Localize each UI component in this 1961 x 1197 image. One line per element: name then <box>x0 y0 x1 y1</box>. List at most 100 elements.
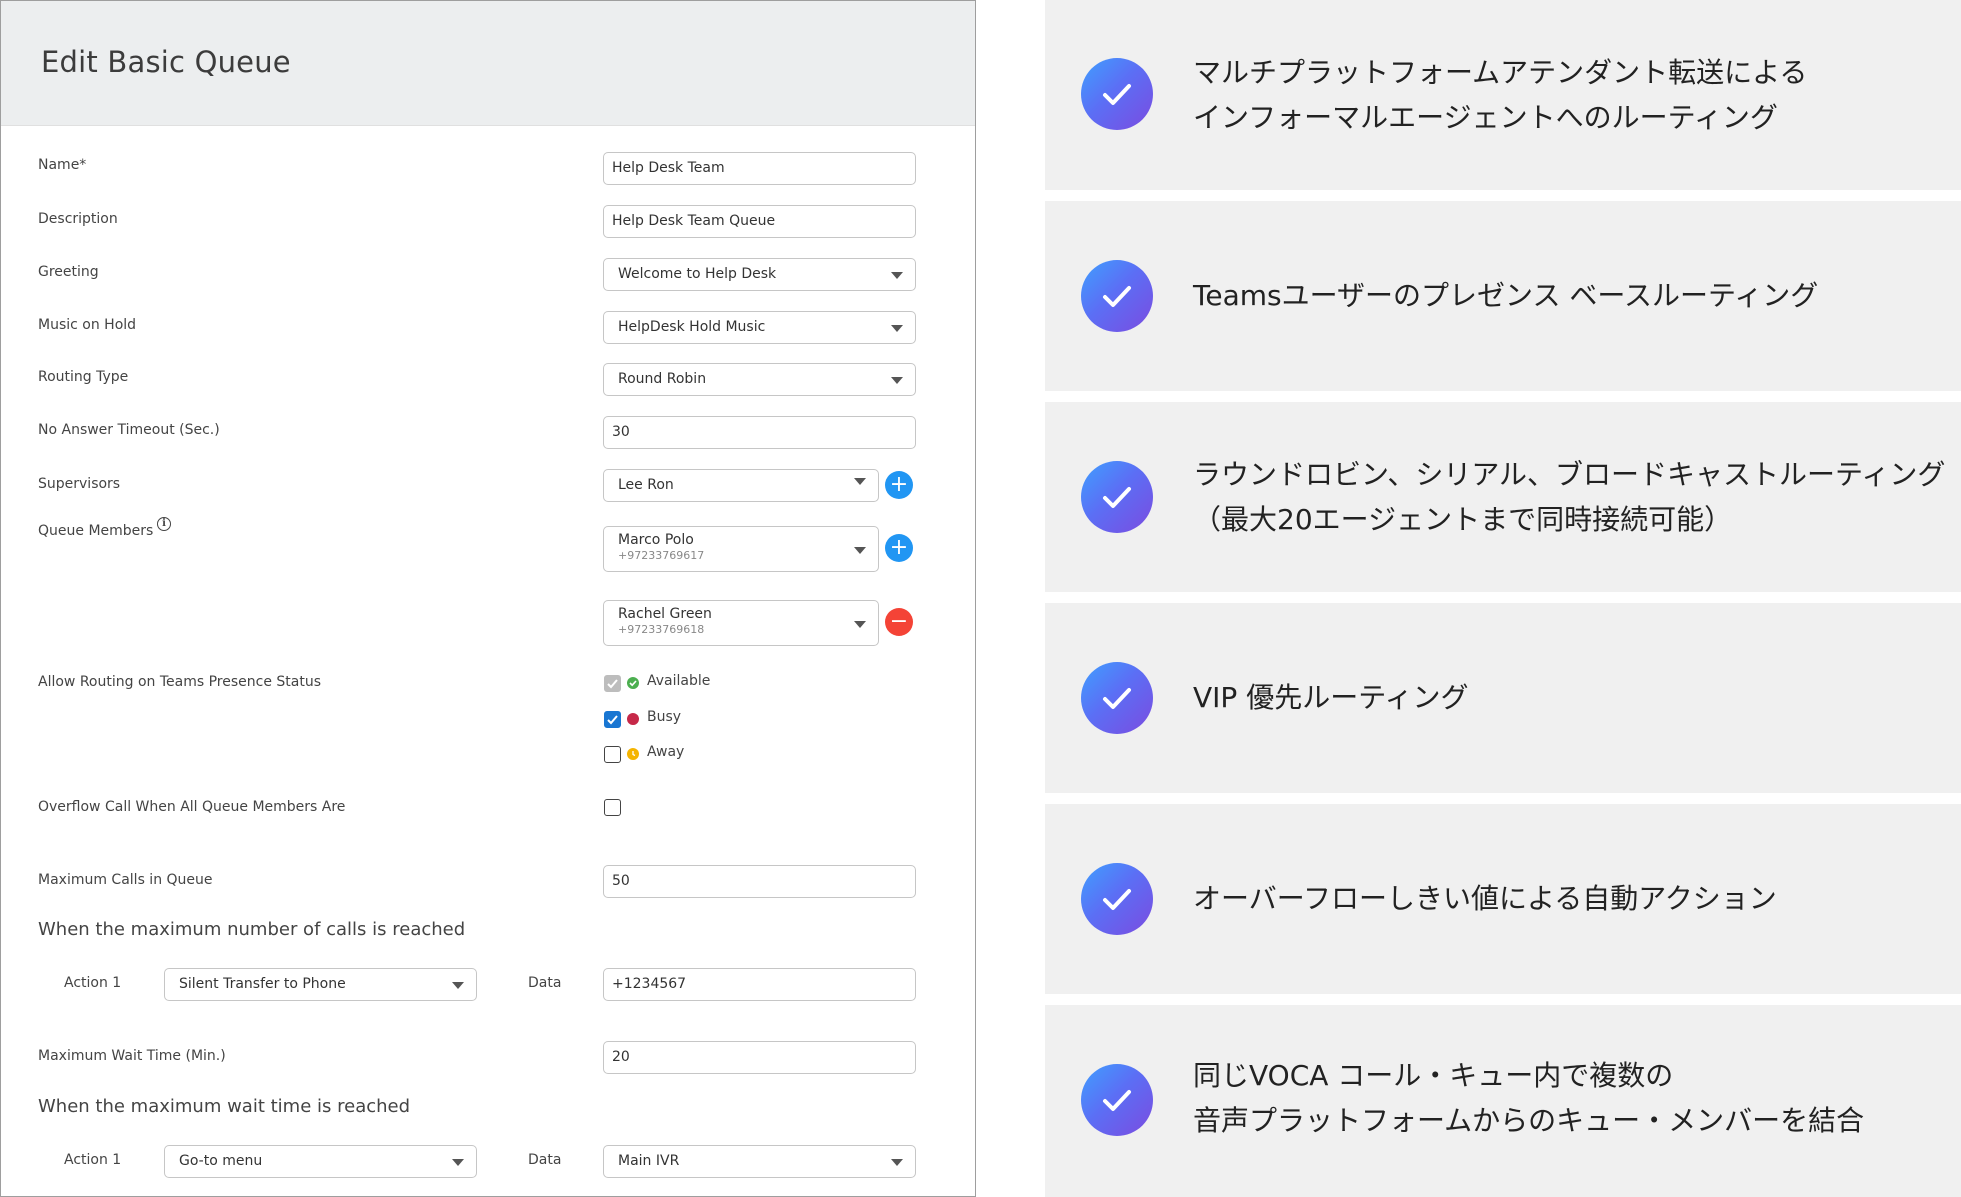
feature-line: 同じVOCA コール・キュー内で複数の <box>1193 1059 1674 1092</box>
data2-select[interactable]: Main IVR <box>603 1145 916 1178</box>
chevron-down-icon <box>891 377 903 384</box>
busy-checkbox[interactable] <box>604 711 621 728</box>
name-label: Name* <box>38 157 87 173</box>
check-icon <box>1081 1064 1153 1136</box>
timeout-label: No Answer Timeout (Sec.) <box>38 422 220 438</box>
plus-icon: + <box>889 472 909 497</box>
description-input[interactable]: Help Desk Team Queue <box>603 205 916 238</box>
overflow-checkbox[interactable] <box>604 799 621 816</box>
chevron-down-icon <box>891 325 903 332</box>
supervisors-label: Supervisors <box>38 476 121 492</box>
member-name: Rachel Green <box>618 606 712 622</box>
description-label: Description <box>38 211 118 227</box>
member-phone: +97233769617 <box>618 549 705 562</box>
away-checkbox[interactable] <box>604 746 621 763</box>
busy-label: Busy <box>647 709 682 725</box>
greeting-select[interactable]: Welcome to Help Desk <box>603 258 916 291</box>
feature-card: ラウンドロビン、シリアル、ブロードキャストルーティング （最大20エージェントま… <box>1045 402 1961 592</box>
description-value: Help Desk Team Queue <box>612 213 776 229</box>
minus-icon: − <box>889 609 909 634</box>
edit-queue-panel: Edit Basic Queue Name* Help Desk Team De… <box>0 0 976 1197</box>
feature-text: ラウンドロビン、シリアル、ブロードキャストルーティング （最大20エージェントま… <box>1193 452 1945 542</box>
chevron-down-icon <box>854 621 866 628</box>
check-icon <box>1081 260 1153 332</box>
check-icon <box>1081 662 1153 734</box>
member-name: Marco Polo <box>618 532 694 548</box>
music-on-hold-select[interactable]: HelpDesk Hold Music <box>603 311 916 344</box>
remove-member-button[interactable]: − <box>885 608 913 636</box>
music-on-hold-value: HelpDesk Hold Music <box>618 319 766 335</box>
action1-select[interactable]: Silent Transfer to Phone <box>164 968 477 1001</box>
data1-input[interactable]: +1234567 <box>603 968 916 1001</box>
max-calls-label: Maximum Calls in Queue <box>38 872 213 888</box>
feature-line: VIP 優先ルーティング <box>1193 681 1469 714</box>
feature-text: VIP 優先ルーティング <box>1193 675 1469 720</box>
panel-header: Edit Basic Queue <box>1 1 975 126</box>
chevron-down-icon <box>452 1159 464 1166</box>
max-calls-heading: When the maximum number of calls is reac… <box>38 919 466 940</box>
music-on-hold-label: Music on Hold <box>38 317 137 333</box>
feature-line: インフォーマルエージェントへのルーティング <box>1193 101 1778 134</box>
busy-status-icon <box>627 713 639 725</box>
timeout-input[interactable]: 30 <box>603 416 916 449</box>
routing-type-label: Routing Type <box>38 369 129 385</box>
feature-card: マルチプラットフォームアテンダント転送による インフォーマルエージェントへのルー… <box>1045 0 1961 190</box>
feature-line: マルチプラットフォームアテンダント転送による <box>1193 56 1808 89</box>
available-checkbox[interactable] <box>604 675 621 692</box>
check-icon <box>1081 461 1153 533</box>
name-value: Help Desk Team <box>612 160 725 176</box>
max-wait-heading: When the maximum wait time is reached <box>38 1096 411 1117</box>
info-icon[interactable]: i <box>157 517 171 531</box>
add-member-button[interactable]: + <box>885 534 913 562</box>
supervisor-value: Lee Ron <box>618 477 674 493</box>
chevron-down-icon <box>854 478 866 485</box>
feature-line: Teamsユーザーのプレゼンス ベースルーティング <box>1193 279 1819 312</box>
greeting-value: Welcome to Help Desk <box>618 266 777 282</box>
page-title: Edit Basic Queue <box>41 45 291 79</box>
overflow-label: Overflow Call When All Queue Members Are <box>38 799 346 815</box>
data-label: Data <box>528 975 562 991</box>
action1-value: Silent Transfer to Phone <box>179 976 346 992</box>
data2-value: Main IVR <box>618 1153 680 1169</box>
greeting-label: Greeting <box>38 264 99 280</box>
feature-text: オーバーフローしきい値による自動アクション <box>1193 876 1777 921</box>
check-icon <box>1081 863 1153 935</box>
max-wait-input[interactable]: 20 <box>603 1041 916 1074</box>
action1-label: Action 1 <box>64 975 122 991</box>
max-wait-label: Maximum Wait Time (Min.) <box>38 1048 226 1064</box>
chevron-down-icon <box>854 547 866 554</box>
feature-text: 同じVOCA コール・キュー内で複数の 音声プラットフォームからのキュー・メンバ… <box>1193 1053 1864 1143</box>
presence-label: Allow Routing on Teams Presence Status <box>38 674 321 690</box>
action2-value: Go-to menu <box>179 1153 263 1169</box>
max-calls-value: 50 <box>612 873 630 889</box>
timeout-value: 30 <box>612 424 630 440</box>
add-supervisor-button[interactable]: + <box>885 471 913 499</box>
feature-card: オーバーフローしきい値による自動アクション <box>1045 804 1961 994</box>
feature-text: Teamsユーザーのプレゼンス ベースルーティング <box>1193 273 1818 318</box>
routing-type-value: Round Robin <box>618 371 707 387</box>
queue-members-label: Queue Members <box>38 523 154 539</box>
plus-icon: + <box>889 535 909 560</box>
queue-member-select[interactable]: Marco Polo +97233769617 <box>603 526 879 572</box>
queue-member-select[interactable]: Rachel Green +97233769618 <box>603 600 879 646</box>
routing-type-select[interactable]: Round Robin <box>603 363 916 396</box>
check-icon <box>1081 58 1153 130</box>
max-wait-value: 20 <box>612 1049 630 1065</box>
data2-label: Data <box>528 1152 562 1168</box>
feature-text: マルチプラットフォームアテンダント転送による インフォーマルエージェントへのルー… <box>1193 50 1807 140</box>
max-calls-input[interactable]: 50 <box>603 865 916 898</box>
chevron-down-icon <box>452 982 464 989</box>
available-status-icon <box>627 677 639 689</box>
action2-label: Action 1 <box>64 1152 122 1168</box>
action2-select[interactable]: Go-to menu <box>164 1145 477 1178</box>
feature-line: ラウンドロビン、シリアル、ブロードキャストルーティング <box>1193 458 1946 491</box>
feature-line: オーバーフローしきい値による自動アクション <box>1193 882 1777 915</box>
feature-line: （最大20エージェントまで同時接続可能） <box>1193 503 1733 536</box>
away-label: Away <box>647 744 685 760</box>
chevron-down-icon <box>891 272 903 279</box>
feature-line: 音声プラットフォームからのキュー・メンバーを結合 <box>1193 1104 1865 1137</box>
available-label: Available <box>647 673 711 689</box>
supervisor-select[interactable]: Lee Ron <box>603 469 879 502</box>
name-input[interactable]: Help Desk Team <box>603 152 916 185</box>
feature-card: 同じVOCA コール・キュー内で複数の 音声プラットフォームからのキュー・メンバ… <box>1045 1005 1961 1197</box>
